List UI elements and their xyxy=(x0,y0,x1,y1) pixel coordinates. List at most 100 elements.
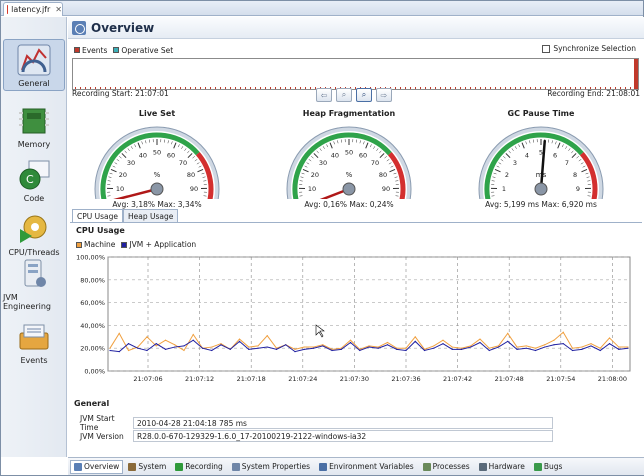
jvm-point xyxy=(618,348,620,350)
machine-point xyxy=(238,338,241,340)
dial-tick-label: 1 xyxy=(502,185,506,193)
properties-tab-icon xyxy=(231,462,240,471)
gauge-title: Live Set xyxy=(138,109,176,118)
event-tick xyxy=(485,87,486,89)
dial-tick-label: 7 xyxy=(565,159,569,167)
jvm-point xyxy=(248,348,250,350)
tab-environment-variables[interactable]: Environment Variables xyxy=(315,460,418,474)
dial-tick-label: 70 xyxy=(371,159,379,167)
forward-button[interactable]: ⇨ xyxy=(376,88,392,102)
machine-point xyxy=(590,343,592,345)
jvm-point xyxy=(285,344,287,346)
machine-point xyxy=(377,346,379,348)
event-tick xyxy=(230,87,231,89)
synchronize-selection[interactable]: Synchronize Selection xyxy=(542,44,636,53)
x-tick-label: 21:07:24 xyxy=(288,375,317,383)
jvm-start-time-field[interactable]: 2010-04-28 21:04:18 785 ms xyxy=(133,417,553,429)
event-tick xyxy=(465,87,466,89)
cpu-usage-chart[interactable]: 0,00% 20,00% 40,00% 60,00% 80,00% 100,00% 21:0… xyxy=(70,253,642,401)
jvm-point xyxy=(359,349,361,352)
event-tick xyxy=(395,87,396,89)
jvm-point xyxy=(479,341,481,344)
time-range-selector[interactable] xyxy=(72,58,639,90)
jvm-engineering-icon xyxy=(17,258,51,290)
jvm-point xyxy=(396,348,398,350)
nav-item-cpu-threads[interactable]: CPU/Threads xyxy=(3,207,65,259)
zoom-in-button[interactable]: ⌕ xyxy=(356,88,372,102)
editor-tab-label: latency.jfr xyxy=(11,5,51,14)
jvm-point xyxy=(368,346,370,348)
tab-recording[interactable]: Recording xyxy=(171,460,227,474)
dial-tick-label: 70 xyxy=(179,159,187,167)
tab-system-properties[interactable]: System Properties xyxy=(228,460,314,474)
tab-processes[interactable]: Processes xyxy=(419,460,474,474)
jvm-point xyxy=(488,349,490,352)
jvm-point xyxy=(118,351,120,353)
jvm-point xyxy=(470,346,472,348)
gauge-live-set: Live Set 0102030405060708090100% Avg: 3,… xyxy=(88,109,226,209)
jvm-point xyxy=(294,351,296,353)
close-icon[interactable]: ✕ xyxy=(55,5,62,14)
x-tick-label: 21:07:30 xyxy=(340,375,369,383)
nav-item-events[interactable]: Events xyxy=(3,315,65,367)
tab-label: Hardware xyxy=(488,462,525,471)
tab-label: Processes xyxy=(432,462,470,471)
event-tick xyxy=(240,87,241,89)
nav-item-general[interactable]: General xyxy=(3,39,65,91)
x-tick-label: 21:07:48 xyxy=(495,375,524,383)
nav-item-jvm-engineering[interactable]: JVM Engineering xyxy=(3,258,65,313)
jvm-version-row: JVM Version R28.0.0-670-129329-1.6.0_17-… xyxy=(80,430,553,442)
event-tick xyxy=(295,87,296,89)
dial-tick-label: 2 xyxy=(505,171,509,179)
machine-point xyxy=(479,338,481,340)
event-tick xyxy=(215,87,216,89)
zoom-out-button[interactable]: ⌕ xyxy=(336,88,352,102)
code-icon: C xyxy=(17,159,51,191)
jvm-point xyxy=(201,347,204,349)
jvm-point xyxy=(220,344,222,346)
tab-hardware[interactable]: Hardware xyxy=(475,460,529,474)
machine-point xyxy=(553,339,555,341)
jvm-point xyxy=(497,346,500,348)
synchronize-checkbox[interactable] xyxy=(542,44,551,53)
event-tick xyxy=(290,87,291,89)
range-end-handle[interactable] xyxy=(634,59,638,89)
x-tick-label: 21:07:06 xyxy=(133,375,162,383)
jvm-point xyxy=(562,343,564,345)
gauge-heap-fragmentation: Heap Fragmentation 010203040506070809010… xyxy=(280,109,418,209)
event-tick xyxy=(260,87,261,89)
nav-label-code: Code xyxy=(23,194,45,203)
tab-overview[interactable]: Overview xyxy=(70,459,124,474)
event-tick xyxy=(265,87,266,89)
editor-tab-latency[interactable]: latency.jfr ✕ xyxy=(3,2,63,16)
jvm-version-field[interactable]: R28.0.0-670-129329-1.6.0_17-20100219-212… xyxy=(133,430,553,442)
events-icon xyxy=(17,321,51,353)
machine-point xyxy=(525,345,527,347)
x-tick-label: 21:07:18 xyxy=(237,375,266,383)
tab-system[interactable]: System xyxy=(124,460,170,474)
gauge-chart-icon xyxy=(17,44,51,76)
tab-heap-usage[interactable]: Heap Usage xyxy=(123,209,179,222)
event-tick xyxy=(420,87,421,89)
general-panel: General JVM Start Time 2010-04-28 21:04:… xyxy=(70,399,642,455)
jvm-point xyxy=(442,343,444,345)
synchronize-label: Synchronize Selection xyxy=(553,44,636,53)
machine-point xyxy=(442,339,444,341)
nav-item-code[interactable]: C Code xyxy=(3,153,65,205)
environment-tab-icon xyxy=(319,462,328,471)
nav-label-general: General xyxy=(18,79,50,88)
jvm-legend-label: JVM + Application xyxy=(129,240,197,249)
back-button[interactable]: ⇦ xyxy=(316,88,332,102)
tab-bugs[interactable]: Bugs xyxy=(530,460,567,474)
tab-label: Environment Variables xyxy=(329,462,414,471)
nav-label-events: Events xyxy=(20,356,48,365)
app-window: latency.jfr ✕ General Memory C Code CPU/… xyxy=(0,0,644,476)
machine-point xyxy=(294,348,296,350)
event-tick xyxy=(505,87,506,89)
event-tick xyxy=(285,87,286,89)
machine-point xyxy=(488,347,490,349)
jvm-point xyxy=(627,347,629,349)
cpu-usage-panel: CPU Usage Machine JVM + Application 0,00… xyxy=(70,222,642,402)
nav-item-memory[interactable]: Memory xyxy=(3,99,65,151)
tab-cpu-usage[interactable]: CPU Usage xyxy=(72,209,124,222)
